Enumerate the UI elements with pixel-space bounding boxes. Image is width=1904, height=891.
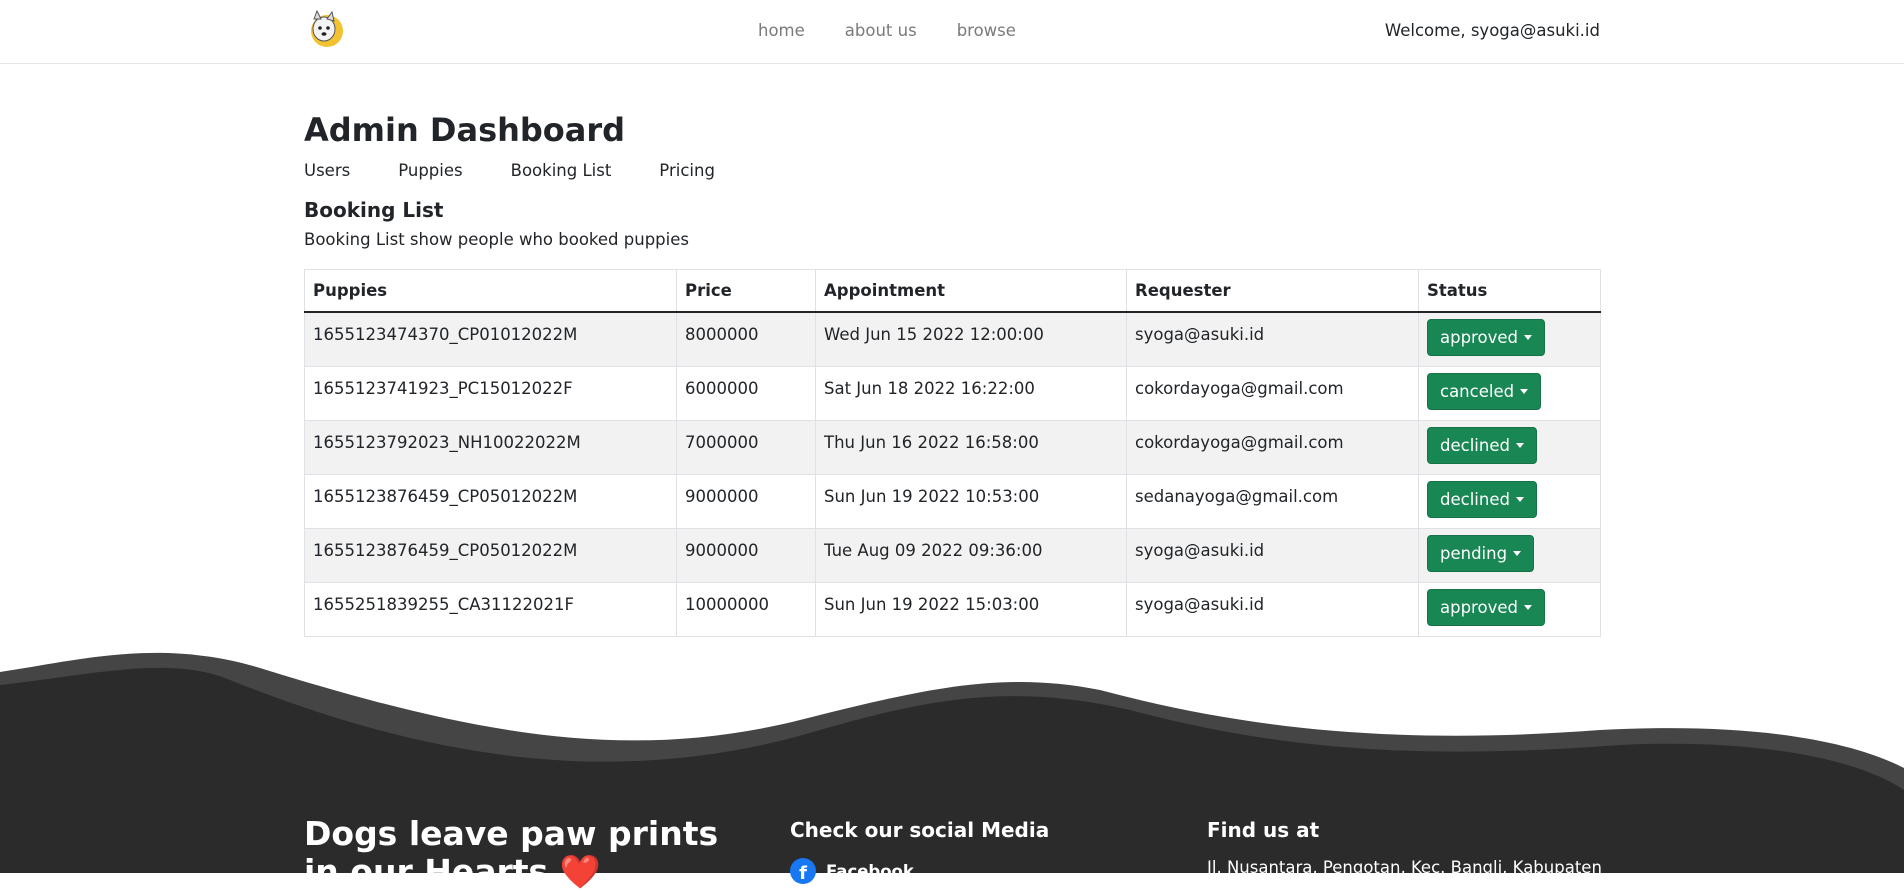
caret-down-icon xyxy=(1523,604,1532,610)
cell-status: declined xyxy=(1418,419,1601,475)
header-status: Status xyxy=(1418,269,1601,313)
nav-link-browse[interactable]: browse xyxy=(957,21,1016,40)
status-dropdown-button[interactable]: declined xyxy=(1427,426,1537,464)
cell-price: 7000000 xyxy=(676,419,816,475)
cell-status: pending xyxy=(1418,527,1601,583)
facebook-icon: f xyxy=(790,858,816,884)
navbar: home about us browse Welcome, syoga@asuk… xyxy=(0,0,1904,64)
cell-puppy: 1655123876459_CP05012022M xyxy=(304,473,677,529)
status-label: pending xyxy=(1440,543,1508,563)
status-dropdown-button[interactable]: declined xyxy=(1427,480,1537,518)
facebook-link[interactable]: f Facebook xyxy=(790,858,914,884)
cell-status: approved xyxy=(1418,311,1601,367)
header-puppies: Puppies xyxy=(304,269,677,313)
cell-requester: sedanayoga@gmail.com xyxy=(1126,473,1419,529)
cell-puppy: 1655123474370_CP01012022M xyxy=(304,311,677,367)
cell-puppy: 1655123792023_NH10022022M xyxy=(304,419,677,475)
cell-requester: syoga@asuki.id xyxy=(1126,527,1419,583)
status-dropdown-button[interactable]: approved xyxy=(1427,588,1545,626)
footer-quote: Dogs leave paw prints in our Hearts ❤️ xyxy=(304,814,719,891)
cell-requester: cokordayoga@gmail.com xyxy=(1126,419,1419,475)
tab-users[interactable]: Users xyxy=(304,161,350,180)
tab-booking-list[interactable]: Booking List xyxy=(511,161,612,180)
table-row: 1655123876459_CP05012022M 9000000 Tue Au… xyxy=(304,527,1601,583)
table-row: 1655123741923_PC15012022F 6000000 Sat Ju… xyxy=(304,365,1601,421)
cell-appointment: Sun Jun 19 2022 10:53:00 xyxy=(815,473,1127,529)
nav-link-about-us[interactable]: about us xyxy=(845,21,917,40)
main-content: Admin Dashboard Users Puppies Booking Li… xyxy=(304,104,1601,637)
cell-requester: syoga@asuki.id xyxy=(1126,581,1419,637)
cell-status: declined xyxy=(1418,473,1601,529)
caret-down-icon xyxy=(1520,388,1529,394)
table-row: 1655123792023_NH10022022M 7000000 Thu Ju… xyxy=(304,419,1601,475)
dog-logo-icon[interactable] xyxy=(305,9,345,49)
cell-appointment: Wed Jun 15 2022 12:00:00 xyxy=(815,311,1127,367)
nav-link-home[interactable]: home xyxy=(758,21,805,40)
cell-requester: syoga@asuki.id xyxy=(1126,311,1419,367)
cell-appointment: Tue Aug 09 2022 09:36:00 xyxy=(815,527,1127,583)
cell-price: 9000000 xyxy=(676,527,816,583)
status-label: declined xyxy=(1440,489,1510,509)
tab-pricing[interactable]: Pricing xyxy=(659,161,715,180)
footer-find-title: Find us at xyxy=(1207,818,1320,842)
cell-puppy: 1655123876459_CP05012022M xyxy=(304,527,677,583)
cell-status: canceled xyxy=(1418,365,1601,421)
status-label: approved xyxy=(1440,597,1518,617)
facebook-label: Facebook xyxy=(826,861,914,881)
cell-puppy: 1655251839255_CA31122021F xyxy=(304,581,677,637)
header-requester: Requester xyxy=(1126,269,1419,313)
status-label: canceled xyxy=(1440,381,1515,401)
status-dropdown-button[interactable]: pending xyxy=(1427,534,1535,572)
header-price: Price xyxy=(676,269,816,313)
booking-table: Puppies Price Appointment Requester Stat… xyxy=(304,269,1601,637)
caret-down-icon xyxy=(1523,335,1532,340)
section-description: Booking List show people who booked pupp… xyxy=(304,230,689,249)
caret-down-icon xyxy=(1515,442,1524,448)
section-title: Booking List xyxy=(304,198,444,222)
welcome-user-text[interactable]: Welcome, syoga@asuki.id xyxy=(1385,21,1600,40)
cell-price: 8000000 xyxy=(676,311,816,367)
caret-down-icon xyxy=(1515,496,1524,502)
cell-status: approved xyxy=(1418,581,1601,637)
table-row: 1655123876459_CP05012022M 9000000 Sun Ju… xyxy=(304,473,1601,529)
page-title: Admin Dashboard xyxy=(304,111,626,149)
cell-appointment: Sat Jun 18 2022 16:22:00 xyxy=(815,365,1127,421)
footer-social-title: Check our social Media xyxy=(790,818,1050,842)
cell-price: 9000000 xyxy=(676,473,816,529)
cell-requester: cokordayoga@gmail.com xyxy=(1126,365,1419,421)
caret-down-icon xyxy=(1513,550,1522,556)
cell-price: 10000000 xyxy=(676,581,816,637)
footer-address: Jl. Nusantara, Pengotan, Kec. Bangli, Ka… xyxy=(1207,858,1602,877)
status-dropdown-button[interactable]: approved xyxy=(1427,319,1545,356)
cell-price: 6000000 xyxy=(676,365,816,421)
status-label: approved xyxy=(1440,328,1518,347)
cell-puppy: 1655123741923_PC15012022F xyxy=(304,365,677,421)
tab-puppies[interactable]: Puppies xyxy=(398,161,462,180)
table-row: 1655123474370_CP01012022M 8000000 Wed Ju… xyxy=(304,311,1601,367)
status-label: declined xyxy=(1440,435,1510,455)
header-appointment: Appointment xyxy=(815,269,1127,313)
cell-appointment: Sun Jun 19 2022 15:03:00 xyxy=(815,581,1127,637)
admin-tabs: Users Puppies Booking List Pricing xyxy=(304,156,1601,184)
table-header-row: Puppies Price Appointment Requester Stat… xyxy=(304,269,1601,313)
status-dropdown-button[interactable]: canceled xyxy=(1427,372,1542,410)
table-row: 1655251839255_CA31122021F 10000000 Sun J… xyxy=(304,581,1601,637)
cell-appointment: Thu Jun 16 2022 16:58:00 xyxy=(815,419,1127,475)
